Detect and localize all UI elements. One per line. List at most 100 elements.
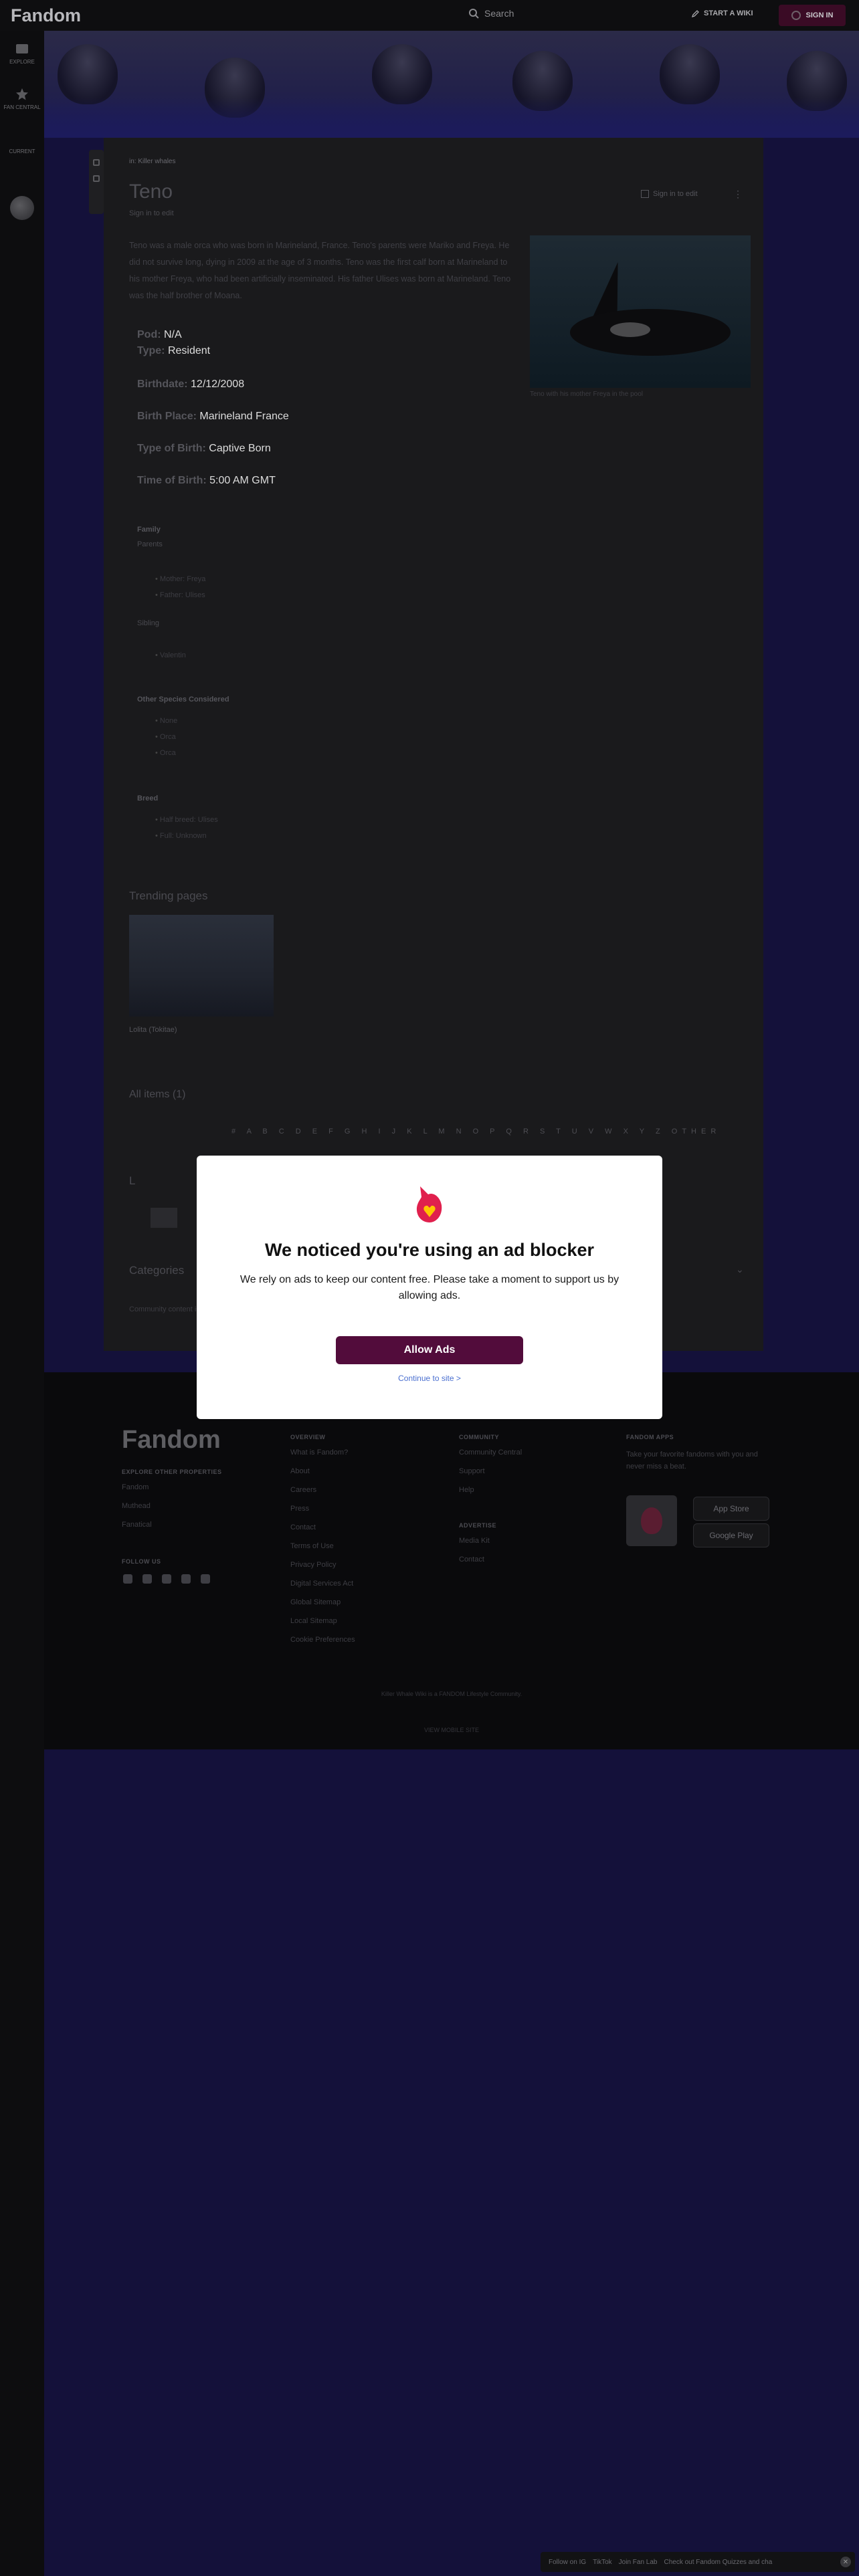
trending-pages-heading: Trending pages bbox=[129, 889, 208, 902]
footer-link[interactable]: Privacy Policy bbox=[290, 1561, 336, 1569]
list-item: Mother: Freya bbox=[155, 575, 205, 583]
categories-heading[interactable]: Categories bbox=[129, 1264, 184, 1277]
breadcrumb[interactable]: in: Killer whales bbox=[129, 158, 175, 165]
promo-link[interactable]: TikTok bbox=[593, 2559, 612, 2566]
image-caption: Teno with his mother Freya in the pool bbox=[530, 391, 643, 398]
breed-heading: Breed bbox=[137, 794, 159, 802]
list-item: Full: Unknown bbox=[155, 832, 207, 840]
footer-link[interactable]: Digital Services Act bbox=[290, 1580, 353, 1588]
item-thumbnail[interactable] bbox=[151, 1208, 177, 1228]
pencil-icon bbox=[692, 10, 699, 17]
list-item: Valentin bbox=[155, 651, 186, 659]
rail-explore[interactable]: EXPLORE bbox=[0, 41, 44, 65]
continue-to-site-link[interactable]: Continue to site > bbox=[197, 1374, 662, 1383]
footer-col-title: FANDOM APPS bbox=[626, 1434, 674, 1440]
fact-birthdate: Birthdate: 12/12/2008 bbox=[137, 379, 245, 390]
footer-link[interactable]: Media Kit bbox=[459, 1537, 490, 1545]
fact-type-of-birth: Type of Birth: Captive Born bbox=[137, 443, 271, 454]
footer-link[interactable]: Help bbox=[459, 1486, 474, 1494]
modal-title: We noticed you're using an ad blocker bbox=[264, 1240, 595, 1260]
fact-time-of-birth: Time of Birth: 5:00 AM GMT bbox=[137, 475, 276, 486]
compass-icon bbox=[16, 44, 28, 53]
ad-blocker-modal: We noticed you're using an ad blocker We… bbox=[197, 1156, 662, 1419]
banner-orca bbox=[372, 44, 432, 104]
current-wiki-avatar[interactable] bbox=[10, 196, 34, 220]
instagram-icon[interactable] bbox=[181, 1574, 191, 1584]
page-side-tools[interactable] bbox=[89, 150, 104, 214]
footer-link[interactable]: Contact bbox=[290, 1523, 316, 1531]
fandom-logo[interactable]: Fandom bbox=[11, 5, 81, 26]
left-rail: EXPLORE FAN CENTRAL CURRENT bbox=[0, 31, 44, 2576]
app-store-button[interactable]: App Store bbox=[693, 1497, 769, 1521]
all-items-heading: All items (1) bbox=[129, 1089, 186, 1100]
twitter-icon[interactable] bbox=[142, 1574, 152, 1584]
footer-link[interactable]: Terms of Use bbox=[290, 1542, 334, 1550]
sign-in-to-edit-button[interactable]: Sign in to edit bbox=[641, 190, 698, 198]
banner-orca bbox=[660, 44, 720, 104]
start-a-wiki-button[interactable]: START A WIKI bbox=[692, 9, 753, 17]
infobox-image[interactable] bbox=[530, 235, 751, 388]
bottom-promo-bar: Follow on IG TikTok Join Fan Lab Check o… bbox=[541, 2552, 855, 2572]
global-footer: Fandom EXPLORE OTHER PROPERTIES Fandom M… bbox=[44, 1372, 859, 1749]
linkedin-icon[interactable] bbox=[201, 1574, 210, 1584]
footer-link[interactable]: Contact bbox=[459, 1555, 484, 1564]
facebook-icon[interactable] bbox=[123, 1574, 132, 1584]
edit-icon bbox=[93, 175, 100, 182]
trending-card-label[interactable]: Lolita (Tokitae) bbox=[129, 1026, 177, 1034]
footer-link[interactable]: Cookie Preferences bbox=[290, 1636, 355, 1644]
rail-current: CURRENT bbox=[9, 148, 35, 154]
fandom-flame-icon bbox=[416, 1186, 442, 1222]
footer-col-title: OVERVIEW bbox=[290, 1434, 326, 1440]
other-species-heading: Other Species Considered bbox=[137, 695, 229, 704]
footer-link[interactable]: Muthead bbox=[122, 1502, 151, 1510]
more-options-icon[interactable]: ⋮ bbox=[733, 189, 743, 200]
footer-col-title: ADVERTISE bbox=[459, 1522, 497, 1529]
footer-link[interactable]: Support bbox=[459, 1467, 485, 1475]
family-heading: Family bbox=[137, 526, 161, 534]
footer-logo[interactable]: Fandom bbox=[122, 1426, 221, 1455]
community-header-banner bbox=[44, 31, 859, 138]
promo-link[interactable]: Join Fan Lab bbox=[619, 2559, 658, 2566]
promo-link[interactable]: Follow on IG bbox=[549, 2559, 586, 2566]
alphabet-index[interactable]: # A B C D E F G H I J K L M N O P Q R S … bbox=[231, 1128, 721, 1136]
footer-link[interactable]: What is Fandom? bbox=[290, 1448, 348, 1457]
close-icon[interactable]: ✕ bbox=[840, 2557, 851, 2567]
social-links bbox=[123, 1574, 210, 1584]
list-item: Orca bbox=[155, 733, 176, 741]
footer-link[interactable]: Local Sitemap bbox=[290, 1617, 337, 1625]
fandom-app-icon[interactable] bbox=[626, 1495, 677, 1546]
article-intro: Teno was a male orca who was born in Mar… bbox=[129, 241, 511, 300]
footer-link[interactable]: Global Sitemap bbox=[290, 1598, 341, 1606]
orca-patch bbox=[610, 322, 650, 337]
footer-link[interactable]: Fanatical bbox=[122, 1521, 152, 1529]
star-icon bbox=[16, 88, 28, 100]
page-subtitle: Sign in to edit bbox=[129, 209, 174, 217]
footer-link[interactable]: Fandom bbox=[122, 1483, 149, 1491]
trending-card-image[interactable] bbox=[129, 915, 274, 1016]
modal-text: We rely on ads to keep our content free.… bbox=[240, 1274, 619, 1301]
footer-app-text: Take your favorite fandoms with you and … bbox=[626, 1451, 758, 1471]
view-mobile-site-link[interactable]: VIEW MOBILE SITE bbox=[44, 1727, 859, 1733]
orca-body bbox=[570, 309, 731, 356]
allow-ads-button[interactable]: Allow Ads bbox=[336, 1336, 523, 1364]
list-item: None bbox=[155, 717, 177, 725]
search-label: Search bbox=[484, 8, 514, 19]
footer-col-title: EXPLORE OTHER PROPERTIES bbox=[122, 1469, 222, 1475]
footer-link[interactable]: Community Central bbox=[459, 1448, 522, 1457]
rail-fan-central[interactable]: FAN CENTRAL bbox=[0, 87, 44, 110]
footer-link[interactable]: Press bbox=[290, 1505, 309, 1513]
sign-in-button[interactable]: SIGN IN bbox=[779, 5, 846, 26]
search-button[interactable]: Search bbox=[468, 8, 514, 19]
page-title: Teno bbox=[129, 181, 173, 203]
promo-link[interactable]: Check out Fandom Quizzes and cha bbox=[664, 2559, 773, 2566]
list-item: Half breed: Ulises bbox=[155, 816, 218, 824]
footer-link[interactable]: About bbox=[290, 1467, 310, 1475]
youtube-icon[interactable] bbox=[162, 1574, 171, 1584]
letter-heading: L bbox=[129, 1174, 136, 1187]
google-play-button[interactable]: Google Play bbox=[693, 1523, 769, 1547]
user-icon bbox=[791, 11, 801, 20]
footer-link[interactable]: Careers bbox=[290, 1486, 316, 1494]
footer-community-note: Killer Whale Wiki is a FANDOM Lifestyle … bbox=[381, 1691, 522, 1697]
chevron-down-icon[interactable]: ⌄ bbox=[736, 1264, 744, 1275]
siblings-heading: Sibling bbox=[137, 619, 160, 627]
